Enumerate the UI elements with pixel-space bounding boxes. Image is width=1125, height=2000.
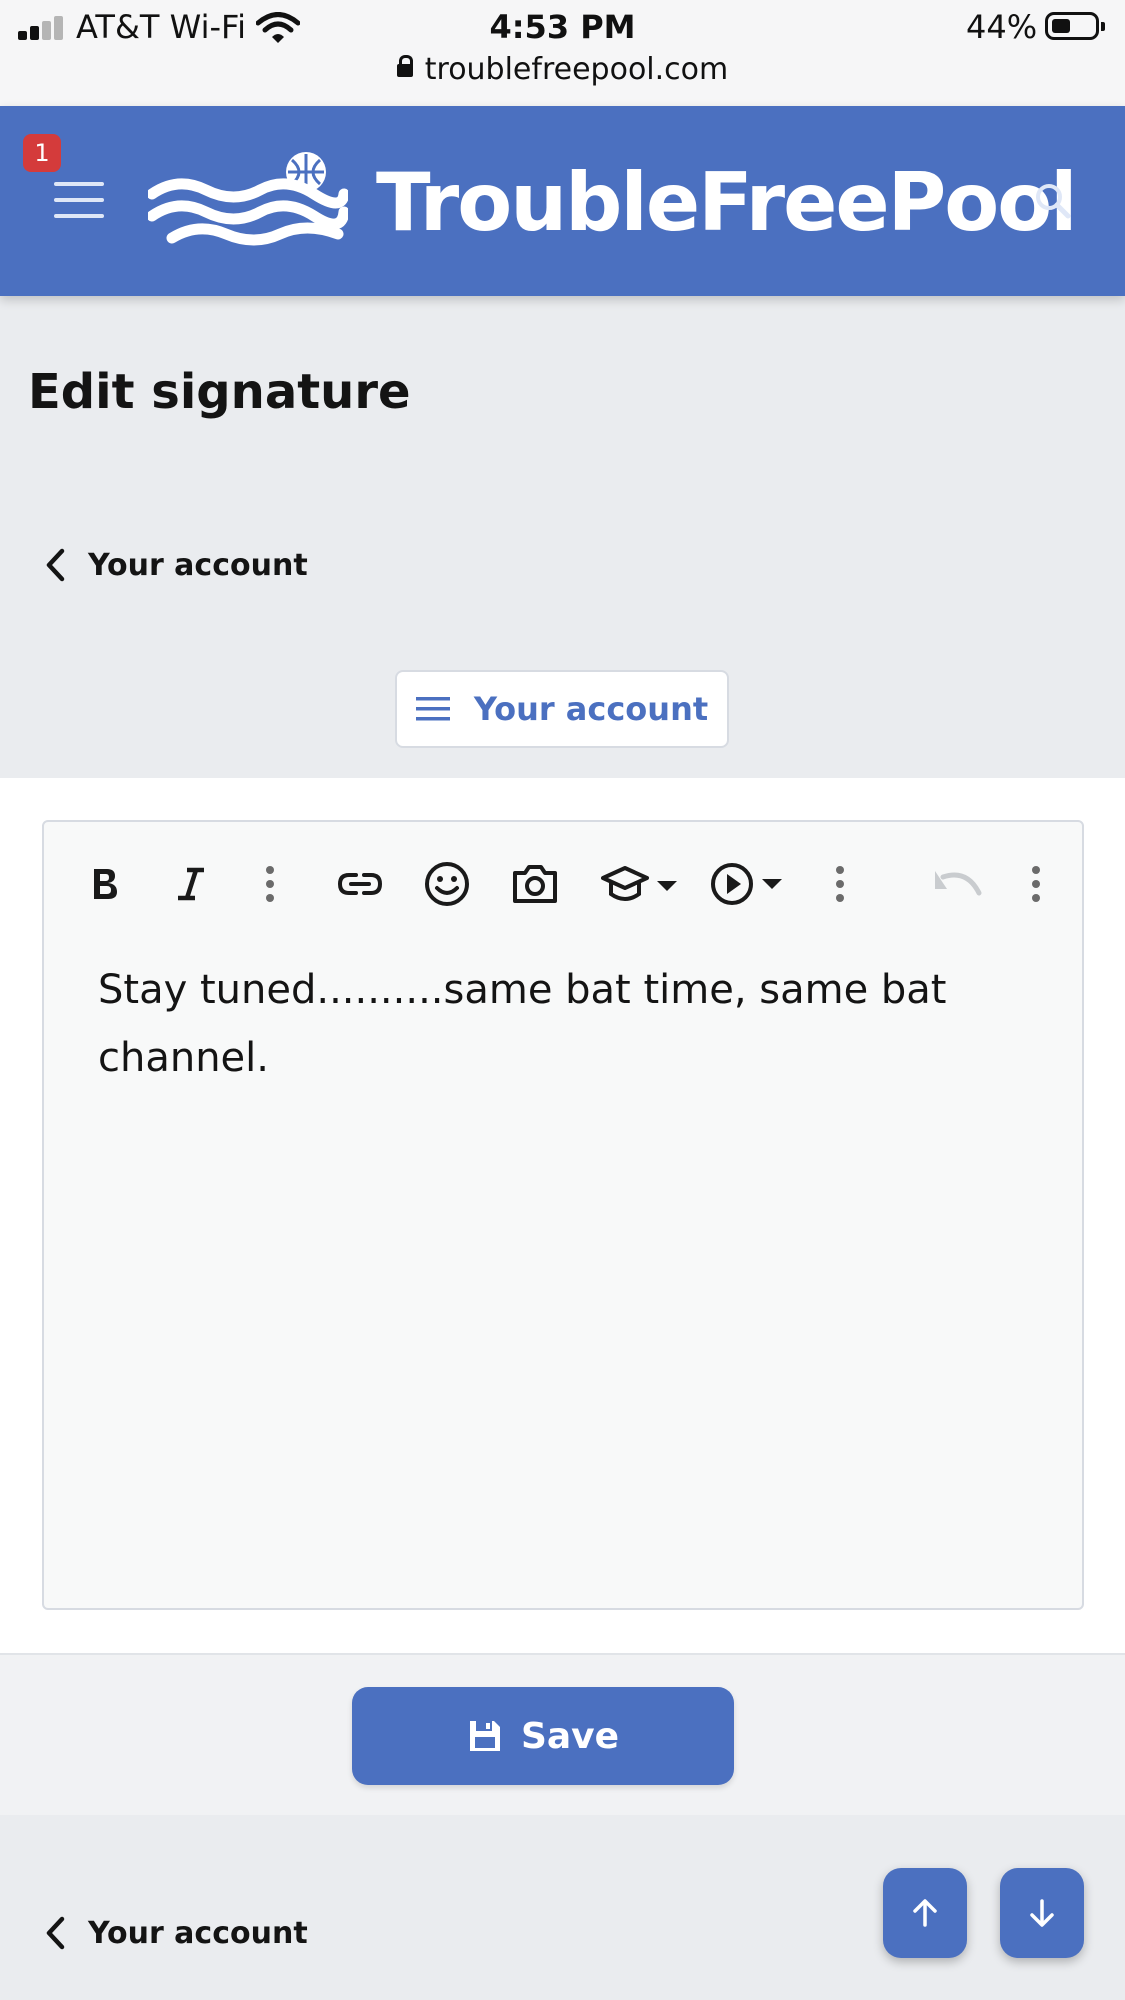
more-vertical-icon xyxy=(1032,866,1040,902)
undo-button[interactable] xyxy=(928,858,988,910)
save-label: Save xyxy=(520,1715,620,1757)
link-icon xyxy=(337,873,383,895)
notification-badge[interactable]: 1 xyxy=(23,134,61,172)
account-menu-label: Your account xyxy=(473,690,709,728)
graduation-cap-icon xyxy=(601,866,677,901)
more-vertical-icon xyxy=(266,866,274,902)
more-options-button[interactable] xyxy=(250,858,290,910)
chevron-left-icon xyxy=(46,548,65,582)
media-button[interactable] xyxy=(708,858,786,910)
site-header: 1 TroubleFreePool xyxy=(0,106,1125,296)
signature-editor[interactable]: Stay tuned..........same bat time, same … xyxy=(42,820,1084,1610)
undo-icon xyxy=(935,871,982,896)
italic-button[interactable] xyxy=(164,858,218,910)
breadcrumb[interactable]: Your account xyxy=(44,542,308,588)
url-bar[interactable]: troublefreepool.com xyxy=(0,52,1125,87)
lock-icon xyxy=(396,55,413,77)
bold-button[interactable] xyxy=(78,858,132,910)
more-editor-options-button[interactable] xyxy=(1016,858,1056,910)
more-vertical-icon xyxy=(836,866,844,902)
brand-name[interactable]: TroubleFreePool xyxy=(376,156,1078,249)
floppy-disk-icon xyxy=(469,1721,500,1751)
arrow-down-icon xyxy=(1030,1899,1054,1927)
list-menu-icon xyxy=(415,697,450,721)
save-button[interactable]: Save xyxy=(352,1687,734,1785)
status-bar: AT&T Wi-Fi 4:53 PM 44% troublefreepool.c… xyxy=(0,0,1125,106)
scroll-to-top-button[interactable] xyxy=(883,1868,967,1958)
camera-icon xyxy=(513,865,557,903)
battery-percent: 44% xyxy=(966,8,1038,46)
clock: 4:53 PM xyxy=(489,8,636,46)
image-button[interactable] xyxy=(506,858,564,910)
menu-button[interactable] xyxy=(54,182,104,218)
guide-button[interactable] xyxy=(598,858,684,910)
smiley-icon xyxy=(425,862,469,906)
more-insert-button[interactable] xyxy=(820,858,860,910)
search-icon[interactable] xyxy=(1034,182,1072,220)
url-text: troublefreepool.com xyxy=(424,52,729,87)
bold-icon xyxy=(94,869,117,899)
emoji-button[interactable] xyxy=(420,858,474,910)
editor-section: Stay tuned..........same bat time, same … xyxy=(0,778,1125,1653)
breadcrumb-label: Your account xyxy=(88,547,308,583)
account-menu-button[interactable]: Your account xyxy=(395,670,729,748)
arrow-up-icon xyxy=(913,1899,937,1927)
play-circle-icon xyxy=(711,863,782,905)
wave-ball-logo-icon[interactable] xyxy=(148,150,348,260)
scroll-to-bottom-button[interactable] xyxy=(1000,1868,1084,1958)
footer-breadcrumb[interactable]: Your account xyxy=(44,1910,308,1956)
battery-icon xyxy=(1045,12,1105,40)
form-actions: Save xyxy=(0,1653,1125,1815)
signature-text[interactable]: Stay tuned..........same bat time, same … xyxy=(98,956,1028,1092)
page-title: Edit signature xyxy=(28,364,411,420)
link-button[interactable] xyxy=(330,858,390,910)
footer-breadcrumb-label: Your account xyxy=(88,1915,308,1951)
italic-icon xyxy=(178,867,204,901)
chevron-left-icon xyxy=(46,1916,65,1950)
